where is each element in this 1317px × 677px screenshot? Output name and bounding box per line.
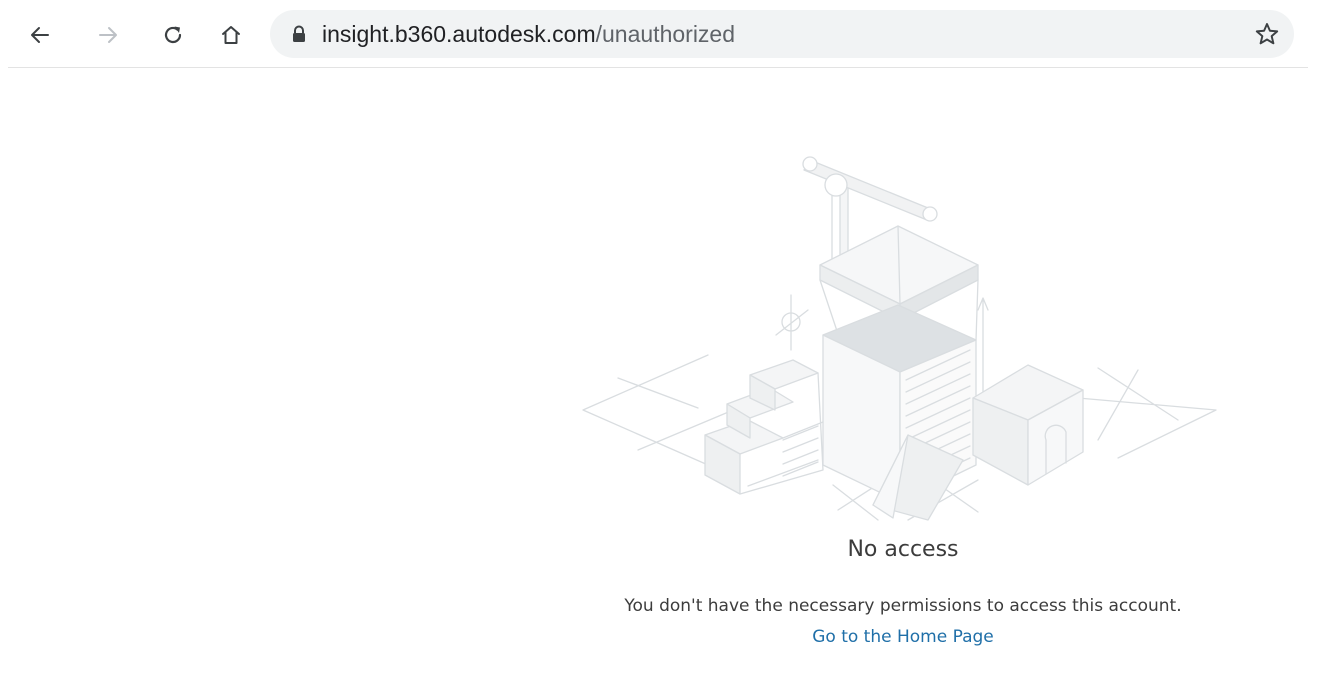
url-host: insight.b360.autodesk.com [322, 21, 596, 47]
lock-icon [293, 25, 305, 42]
home-icon [222, 26, 240, 44]
page-title-row: No access [0, 537, 1317, 562]
back-arrow-icon [31, 27, 49, 43]
reload-button[interactable] [155, 17, 191, 53]
reload-icon [164, 26, 182, 44]
permission-message-row: You don't have the necessary permissions… [0, 596, 1317, 616]
forward-arrow-icon [99, 27, 117, 43]
star-icon[interactable] [1254, 21, 1280, 47]
page-title: No access [847, 537, 959, 562]
home-page-link[interactable]: Go to the Home Page [812, 627, 994, 647]
home-link-row: Go to the Home Page [0, 627, 1317, 647]
home-button[interactable] [213, 17, 249, 53]
url-path: /unauthorized [595, 21, 736, 47]
permission-message: You don't have the necessary permissions… [624, 596, 1182, 616]
toolbar-divider [8, 67, 1308, 68]
address-bar[interactable]: insight.b360.autodesk.com/unauthorized [270, 10, 1294, 58]
browser-toolbar: insight.b360.autodesk.com/unauthorized [0, 0, 1317, 68]
no-access-illustration [582, 156, 1217, 521]
forward-button[interactable] [90, 17, 126, 53]
back-button[interactable] [22, 17, 58, 53]
url-text[interactable]: insight.b360.autodesk.com/unauthorized [322, 20, 735, 48]
